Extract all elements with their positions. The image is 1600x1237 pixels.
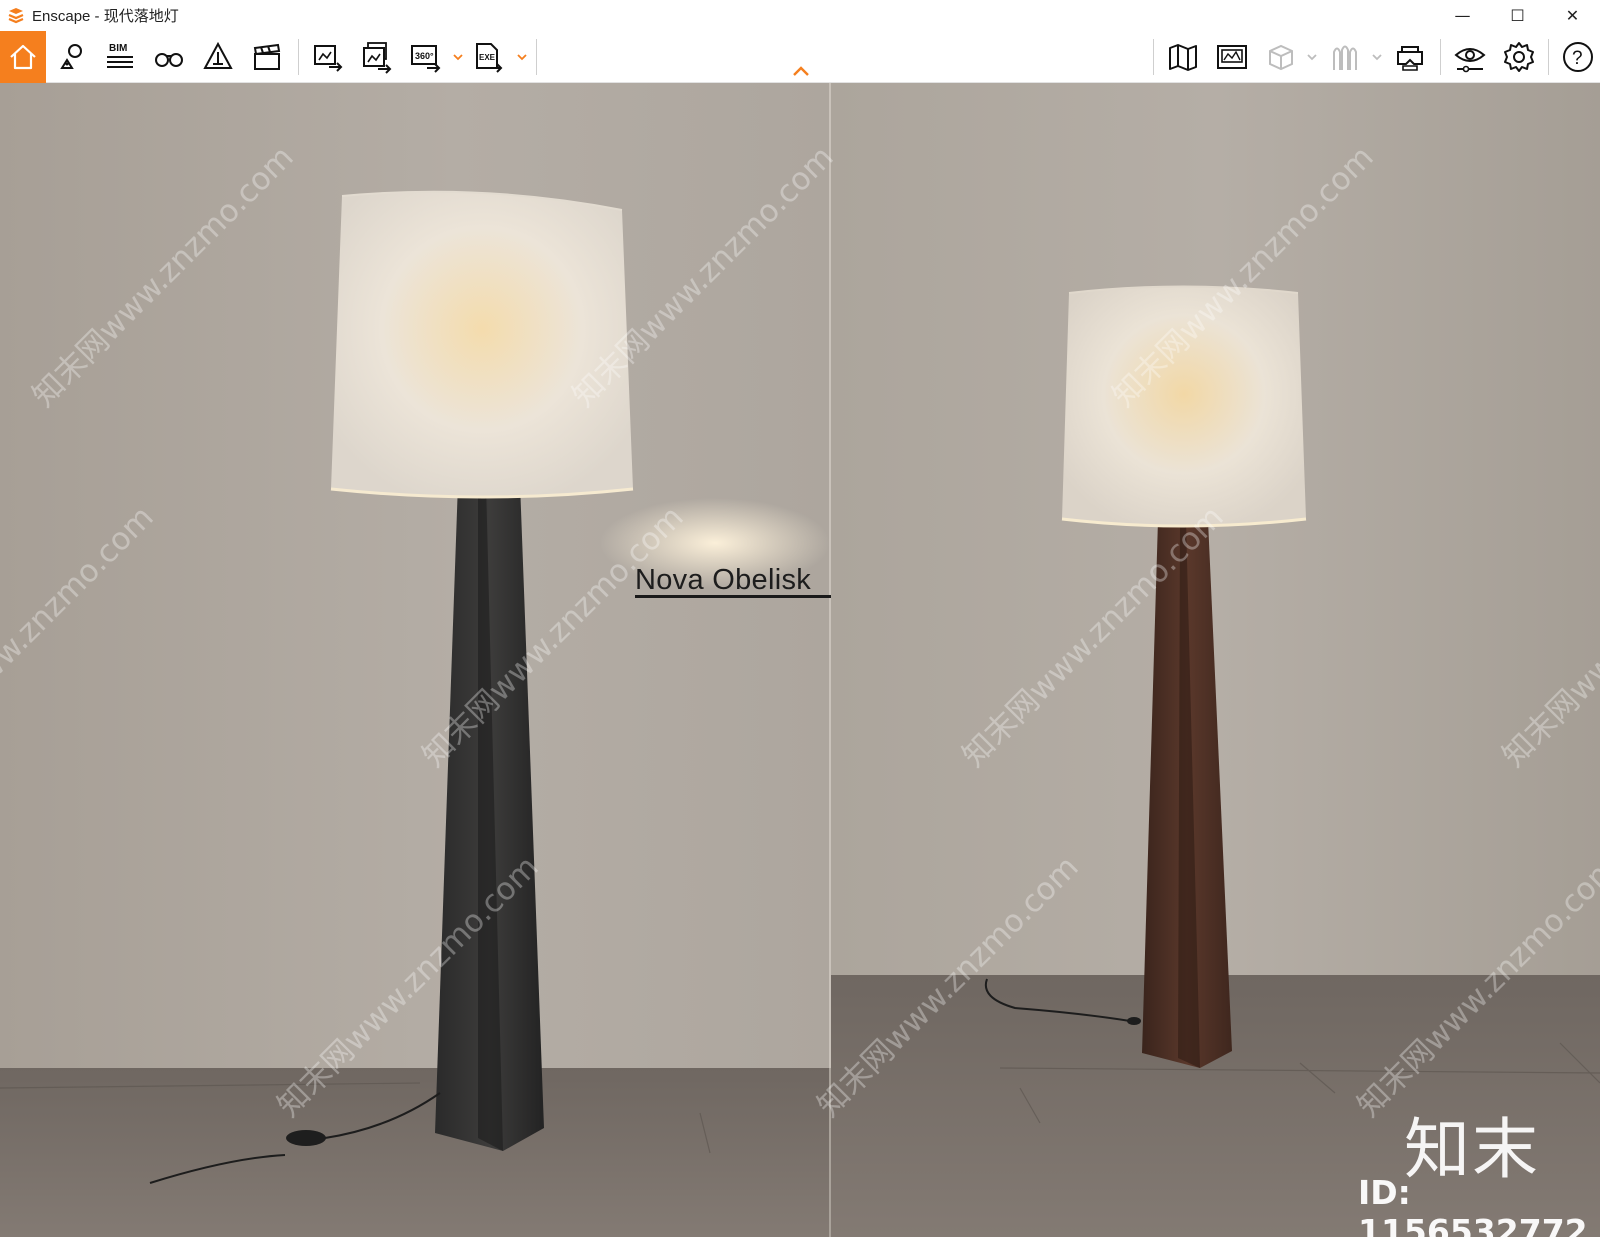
video-editor-button[interactable] xyxy=(245,35,289,79)
panel-divider xyxy=(829,83,831,1068)
cube-view-icon xyxy=(1269,44,1293,71)
vr-headset-button[interactable] xyxy=(1388,35,1432,79)
toolbar-separator xyxy=(298,39,299,75)
batch-export-icon xyxy=(363,42,392,74)
left-floor xyxy=(0,1068,829,1237)
panorama-360-export-icon: 360° xyxy=(411,45,441,73)
settings-button[interactable] xyxy=(1497,35,1541,79)
people-button[interactable] xyxy=(1322,35,1366,79)
gallery-button[interactable] xyxy=(1210,35,1254,79)
chevron-up-icon[interactable] xyxy=(791,65,811,77)
render-viewport[interactable]: Nova Obelisk 知末网www.znzmo.com 知末网www.znz… xyxy=(0,83,1600,1237)
svg-text:?: ? xyxy=(1572,48,1583,69)
toolbar-separator xyxy=(1153,39,1154,75)
bim-button[interactable]: BIM xyxy=(98,35,142,79)
binoculars-icon xyxy=(155,53,183,67)
bim-icon: BIM xyxy=(107,43,133,68)
svg-text:EXE: EXE xyxy=(479,53,496,62)
walk-mode-button[interactable] xyxy=(147,35,191,79)
view-cube-button[interactable] xyxy=(1259,35,1303,79)
gear-icon xyxy=(1504,42,1534,72)
close-button[interactable]: ✕ xyxy=(1545,0,1600,31)
map-pin-icon xyxy=(60,44,82,69)
exe-export-icon: EXE xyxy=(476,43,503,73)
product-name-label: Nova Obelisk xyxy=(635,564,812,596)
map-view-button[interactable] xyxy=(1161,35,1205,79)
visual-settings-button[interactable] xyxy=(1448,35,1492,79)
toolbar-separator xyxy=(1440,39,1441,75)
asset-library-icon xyxy=(203,41,233,69)
title-bar: Enscape - 现代落地灯 — ☐ ✕ xyxy=(0,0,1600,31)
chevron-down-icon[interactable] xyxy=(516,51,528,63)
enscape-logo-icon xyxy=(8,7,24,23)
image-id-label: ID: 1156532772 xyxy=(1358,1173,1588,1237)
main-toolbar: BIM 360° EXE ? xyxy=(0,31,1600,83)
clapperboard-icon xyxy=(253,43,281,70)
toolbar-separator xyxy=(1548,39,1549,75)
map-icon xyxy=(1169,44,1197,71)
svg-text:360°: 360° xyxy=(415,51,434,61)
maximize-button[interactable]: ☐ xyxy=(1490,0,1545,31)
home-button[interactable] xyxy=(0,31,46,83)
chevron-down-icon[interactable] xyxy=(1306,51,1318,63)
people-icon xyxy=(1333,45,1357,70)
home-icon xyxy=(10,44,36,70)
batch-export-button[interactable] xyxy=(355,35,399,79)
chevron-down-icon[interactable] xyxy=(1371,51,1383,63)
view-management-button[interactable] xyxy=(50,35,94,79)
label-shelf xyxy=(635,595,831,598)
render-scene xyxy=(0,83,1600,1237)
exe-export-button[interactable]: EXE xyxy=(466,35,510,79)
vr-headset-icon xyxy=(1397,46,1423,71)
asset-library-button[interactable] xyxy=(196,35,240,79)
chevron-down-icon[interactable] xyxy=(452,51,464,63)
help-button[interactable]: ? xyxy=(1556,35,1600,79)
help-icon: ? xyxy=(1563,42,1593,72)
screenshot-export-icon xyxy=(314,45,343,72)
window-title: Enscape - 现代落地灯 xyxy=(32,8,179,25)
panorama-export-button[interactable]: 360° xyxy=(404,35,448,79)
svg-text:BIM: BIM xyxy=(109,43,127,54)
screenshot-export-button[interactable] xyxy=(306,35,350,79)
minimize-button[interactable]: — xyxy=(1435,0,1490,31)
visual-settings-icon xyxy=(1454,48,1486,73)
toolbar-separator xyxy=(536,39,537,75)
gallery-icon xyxy=(1217,45,1247,69)
